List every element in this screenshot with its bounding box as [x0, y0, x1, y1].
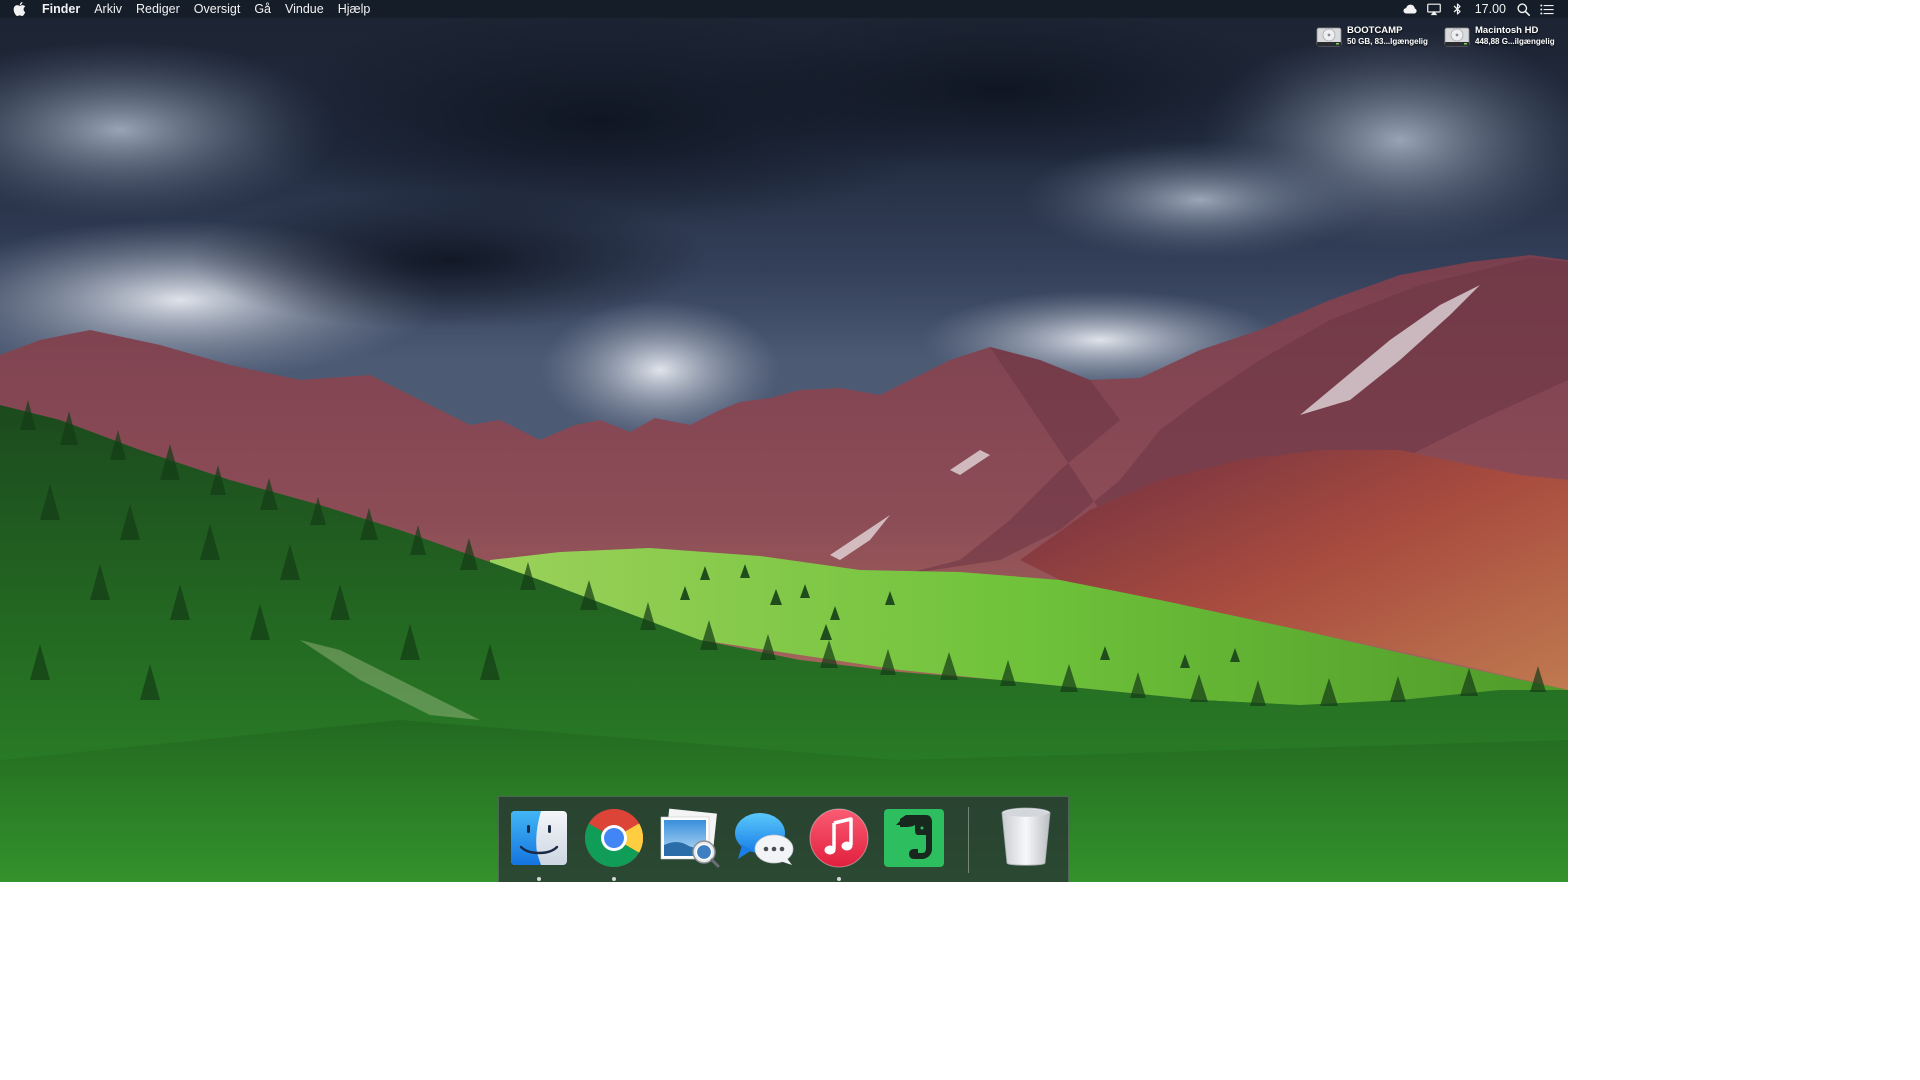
- dock-item-itunes[interactable]: [806, 805, 871, 881]
- chrome-icon: [585, 808, 644, 867]
- trash-icon: [1001, 807, 1050, 866]
- menu-clock[interactable]: 17.00: [1475, 0, 1506, 18]
- menu-vindue[interactable]: Vindue: [285, 0, 324, 18]
- itunes-icon: [809, 808, 869, 867]
- dock-item-trash[interactable]: [993, 805, 1058, 875]
- evernote-icon: [883, 808, 944, 867]
- spotlight-search-icon[interactable]: [1516, 2, 1530, 16]
- menu-arkiv[interactable]: Arkiv: [94, 0, 122, 18]
- drive-name: BOOTCAMP: [1347, 25, 1403, 36]
- finder-icon: [511, 810, 568, 865]
- hard-drive-icon: [1444, 27, 1470, 47]
- dock-item-chrome[interactable]: [582, 805, 647, 881]
- drive-name: Macintosh HD: [1475, 25, 1539, 36]
- dock-item-finder[interactable]: [507, 805, 572, 881]
- hard-drive-icon: [1316, 27, 1342, 47]
- airplay-icon[interactable]: [1426, 2, 1441, 16]
- dock-item-preview[interactable]: [657, 805, 722, 875]
- drive-bootcamp[interactable]: BOOTCAMP 50 GB, 83...lgængelig: [1316, 24, 1428, 50]
- menu-bar-left: Finder Arkiv Rediger Oversigt Gå Vindue …: [12, 0, 384, 18]
- wallpaper: [0, 0, 1568, 882]
- menu-rediger[interactable]: Rediger: [136, 0, 180, 18]
- creative-cloud-icon[interactable]: [1403, 2, 1417, 16]
- desktop[interactable]: Finder Arkiv Rediger Oversigt Gå Vindue …: [0, 0, 1568, 882]
- dock: [498, 796, 1069, 882]
- apple-menu-icon[interactable]: [12, 2, 26, 16]
- menu-oversigt[interactable]: Oversigt: [194, 0, 241, 18]
- dock-separator: [968, 806, 970, 873]
- running-indicator: [537, 876, 542, 881]
- menu-bar: Finder Arkiv Rediger Oversigt Gå Vindue …: [0, 0, 1568, 18]
- running-indicator: [612, 876, 617, 881]
- drive-info: 50 GB, 83...lgængelig: [1347, 37, 1428, 46]
- drive-bootcamp-text: BOOTCAMP 50 GB, 83...lgængelig: [1347, 24, 1428, 47]
- preview-icon: [660, 808, 720, 867]
- messages-icon: [735, 812, 794, 865]
- drive-macintosh-hd[interactable]: Macintosh HD 448,88 G...ilgængelig: [1444, 24, 1555, 50]
- menu-ga[interactable]: Gå: [254, 0, 271, 18]
- drive-macintosh-hd-text: Macintosh HD 448,88 G...ilgængelig: [1475, 24, 1555, 47]
- drive-info: 448,88 G...ilgængelig: [1475, 37, 1555, 46]
- bluetooth-icon[interactable]: [1451, 2, 1465, 16]
- menu-bar-right: 17.00: [1393, 0, 1554, 18]
- dock-item-evernote[interactable]: [881, 805, 946, 875]
- running-indicator: [836, 876, 841, 881]
- menu-app-name[interactable]: Finder: [42, 0, 80, 18]
- dock-item-messages[interactable]: [732, 805, 797, 875]
- notification-center-icon[interactable]: [1540, 2, 1554, 16]
- menu-hjaelp[interactable]: Hjælp: [338, 0, 371, 18]
